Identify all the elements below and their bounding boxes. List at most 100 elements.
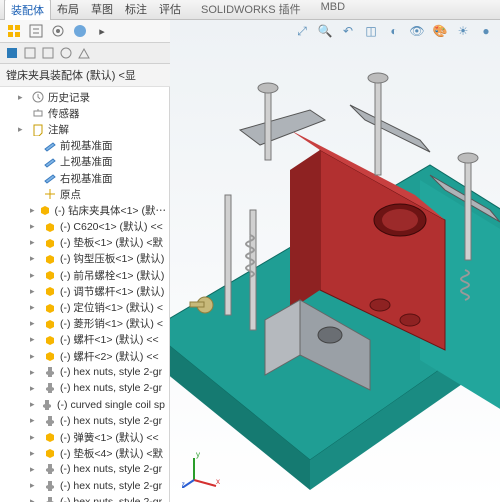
- expander-icon[interactable]: ▸: [30, 221, 40, 232]
- expander-icon[interactable]: ▸: [30, 480, 40, 491]
- part-icon: [38, 203, 52, 217]
- part-icon: [43, 349, 57, 363]
- history-icon: [31, 90, 45, 104]
- subtab-3[interactable]: [40, 45, 56, 61]
- tree-node[interactable]: ▸(-) hex nuts, style 2-gr: [0, 413, 169, 429]
- tree-node[interactable]: ▸ (-) hex nuts, style 2-gr: [0, 494, 169, 502]
- expander-icon[interactable]: ▸: [30, 270, 40, 281]
- tree-node-label: (-) 螺杆<2> (默认) <<: [60, 349, 159, 364]
- tree-node[interactable]: ▸(-) hex nuts, style 2-gr: [0, 478, 169, 494]
- feature-tree: ▸历史记录传感器▸注解前视基准面上视基准面右视基准面原点▸(-) 钻床夹具体<1…: [0, 87, 170, 502]
- tree-node-label: 上视基准面: [60, 154, 113, 169]
- tree-node-label: 右视基准面: [60, 171, 113, 186]
- expander-icon[interactable]: ▸: [18, 124, 28, 135]
- expander-icon[interactable]: ▸: [18, 92, 28, 103]
- tab-标注[interactable]: 标注: [119, 0, 153, 20]
- property-icon[interactable]: [28, 23, 44, 39]
- tree-node[interactable]: ▸(-) hex nuts, style 2-gr: [0, 364, 169, 380]
- fast-icon: [43, 414, 57, 428]
- tree-node-label: (-) 钩型压板<1> (默认): [60, 251, 164, 266]
- subtab-4[interactable]: [58, 45, 74, 61]
- tree-node[interactable]: ▸(-) 弹簧<1> (默认) <<: [0, 429, 169, 445]
- part-icon: [43, 333, 57, 347]
- tab-装配体[interactable]: 装配体: [4, 0, 51, 21]
- tree-node[interactable]: ▸注解: [0, 121, 169, 137]
- tree-root-title[interactable]: 镗床夹具装配体 (默认) <显: [0, 64, 170, 87]
- plane-icon: [43, 139, 57, 153]
- tree-node[interactable]: 右视基准面: [0, 170, 169, 186]
- tree-node-label: 原点: [60, 187, 81, 202]
- expander-icon[interactable]: ▸: [30, 318, 40, 329]
- part-icon: [43, 252, 57, 266]
- part-icon: [43, 284, 57, 298]
- subtab-5[interactable]: [76, 45, 92, 61]
- tree-node[interactable]: 前视基准面: [0, 138, 169, 154]
- tab-布局[interactable]: 布局: [51, 0, 85, 20]
- part-icon: [43, 236, 57, 250]
- expander-icon[interactable]: ▸: [30, 334, 40, 345]
- arrow-icon[interactable]: ▸: [94, 23, 110, 39]
- subtab-tree[interactable]: [4, 45, 20, 61]
- expander-icon[interactable]: ▸: [30, 448, 40, 459]
- tree-node-label: 传感器: [48, 106, 80, 121]
- tree-node-label: (-) 垫板<4> (默认) <默: [60, 446, 163, 461]
- fast-icon: [43, 479, 57, 493]
- tab-SOLIDWORKS 插件[interactable]: SOLIDWORKS 插件: [195, 0, 307, 20]
- tree-node[interactable]: ▸(-) 前吊螺栓<1> (默认): [0, 267, 169, 283]
- tree-node[interactable]: 传感器: [0, 105, 169, 121]
- tree-node-label: (-) hex nuts, style 2-gr: [60, 496, 162, 502]
- tree-node[interactable]: ▸(-) 调节螺杆<1> (默认): [0, 283, 169, 299]
- tab-草图[interactable]: 草图: [85, 0, 119, 20]
- part-icon: [43, 317, 57, 331]
- tree-node[interactable]: ▸(-) hex nuts, style 2-gr: [0, 461, 169, 477]
- expander-icon[interactable]: ▸: [30, 367, 40, 378]
- view-triad[interactable]: y x z: [182, 448, 222, 488]
- assembly-icon[interactable]: [6, 23, 22, 39]
- expander-icon[interactable]: ▸: [30, 464, 40, 475]
- tree-node[interactable]: ▸(-) hex nuts, style 2-gr: [0, 380, 169, 396]
- note-icon: [31, 122, 45, 136]
- expander-icon[interactable]: ▸: [30, 383, 40, 394]
- sensor-icon: [31, 106, 45, 120]
- tree-node-label: (-) C620<1> (默认) <<: [60, 219, 163, 234]
- expander-icon[interactable]: ▸: [30, 253, 40, 264]
- subtab-2[interactable]: [22, 45, 38, 61]
- expander-icon[interactable]: ▸: [30, 351, 40, 362]
- graphics-viewport[interactable]: ⤢🔍↶◫◐👁🎨☀●: [170, 20, 500, 500]
- expander-icon[interactable]: ▸: [30, 286, 40, 297]
- tree-node[interactable]: ▸历史记录: [0, 89, 169, 105]
- command-tab-bar: 装配体布局草图标注评估 SOLIDWORKS 插件 MBD: [0, 0, 500, 20]
- tree-node[interactable]: ▸(-) 垫板<1> (默认) <默: [0, 235, 169, 251]
- part-icon: [43, 301, 57, 315]
- tree-node[interactable]: ▸(-) 钻床夹具体<1> (默⋯: [0, 202, 169, 218]
- svg-text:y: y: [196, 450, 200, 459]
- tree-node[interactable]: ▸ (-) 螺杆<2> (默认) <<: [0, 348, 169, 364]
- svg-text:x: x: [216, 477, 220, 486]
- panel-toolbar: ▸: [0, 20, 170, 43]
- tree-node[interactable]: ▸(-) 定位销<1> (默认) <: [0, 299, 169, 315]
- expander-icon[interactable]: ▸: [30, 496, 40, 502]
- tab-评估[interactable]: 评估: [153, 0, 187, 20]
- tree-node-label: (-) curved single coil sp: [57, 399, 165, 411]
- tree-node[interactable]: 上视基准面: [0, 154, 169, 170]
- tree-node[interactable]: ▸(-) 菱形销<1> (默认) <: [0, 316, 169, 332]
- expander-icon[interactable]: ▸: [30, 432, 40, 443]
- tree-node[interactable]: 原点: [0, 186, 169, 202]
- expander-icon[interactable]: ▸: [30, 399, 37, 410]
- tree-node[interactable]: ▸ (-) curved single coil sp: [0, 397, 169, 413]
- expander-icon[interactable]: ▸: [30, 237, 40, 248]
- tree-node[interactable]: ▸(-) 螺杆<1> (默认) <<: [0, 332, 169, 348]
- expander-icon[interactable]: ▸: [30, 205, 35, 216]
- panel-subtabs: [0, 43, 170, 64]
- fast-icon: [43, 462, 57, 476]
- expander-icon[interactable]: ▸: [30, 302, 40, 313]
- tree-node-label: 前视基准面: [60, 138, 113, 153]
- svg-text:z: z: [182, 480, 185, 488]
- tree-node[interactable]: ▸ (-) C620<1> (默认) <<: [0, 219, 169, 235]
- display-icon[interactable]: [72, 23, 88, 39]
- tree-node[interactable]: ▸ (-) 钩型压板<1> (默认): [0, 251, 169, 267]
- tree-node[interactable]: ▸ (-) 垫板<4> (默认) <默: [0, 445, 169, 461]
- config-icon[interactable]: [50, 23, 66, 39]
- expander-icon[interactable]: ▸: [30, 415, 40, 426]
- tab-MBD[interactable]: MBD: [315, 0, 351, 20]
